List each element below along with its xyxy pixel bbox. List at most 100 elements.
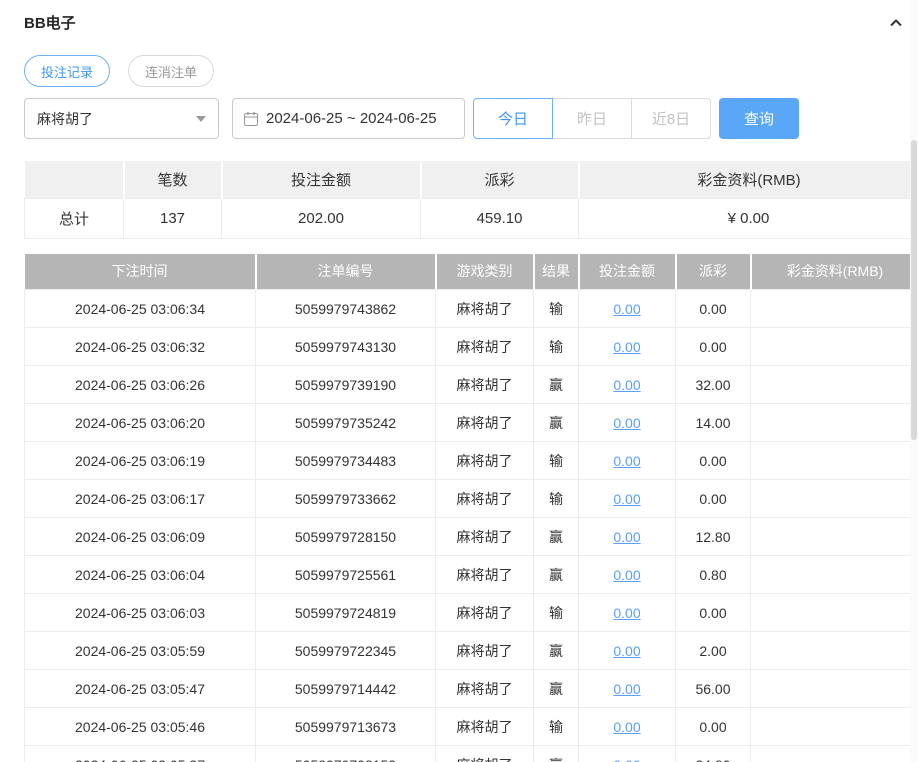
game-select[interactable]: 麻将胡了	[24, 98, 219, 139]
bet-amount-link[interactable]: 0.00	[613, 415, 640, 431]
bet-amount-link[interactable]: 0.00	[613, 681, 640, 697]
today-button[interactable]: 今日	[473, 98, 553, 139]
cell-game: 麻将胡了	[435, 365, 534, 404]
cell-time: 2024-06-25 03:06:17	[24, 479, 256, 518]
cell-bet: 0.00	[578, 745, 676, 762]
tab-bet-records[interactable]: 投注记录	[24, 55, 111, 87]
table-row: 2024-06-25 03:06:19 5059979734483 麻将胡了输 0.0…	[24, 441, 918, 480]
bet-amount-link[interactable]: 0.00	[613, 453, 640, 469]
bet-amount-link[interactable]: 0.00	[613, 529, 640, 545]
cell-time: 2024-06-25 03:06:20	[24, 403, 256, 442]
bet-amount-link[interactable]: 0.00	[613, 567, 640, 583]
cell-payout: 0.00	[675, 441, 751, 480]
bet-amount-link[interactable]: 0.00	[613, 301, 640, 317]
cell-jackpot	[750, 707, 918, 746]
cell-bet: 0.00	[578, 593, 676, 632]
records-header-cell: 彩金资料(RMB)	[750, 253, 918, 290]
summary-header-cell	[24, 161, 125, 198]
table-row: 2024-06-25 03:06:04 5059979725561 麻将胡了赢 0.0…	[24, 555, 918, 594]
table-row: 2024-06-25 03:06:03 5059979724819 麻将胡了输 0.0…	[24, 593, 918, 632]
table-row: 2024-06-25 03:05:46 5059979713673 麻将胡了输 0.0…	[24, 707, 918, 746]
chevron-up-icon[interactable]	[888, 15, 904, 31]
cell-jackpot	[750, 403, 918, 442]
cell-order-id: 5059979725561	[255, 555, 436, 594]
cell-order-id: 5059979735242	[255, 403, 436, 442]
table-row: 2024-06-25 03:06:20 5059979735242 麻将胡了赢 0.0…	[24, 403, 918, 442]
cell-game: 麻将胡了	[435, 517, 534, 556]
summary-header-cell: 投注金额	[221, 161, 422, 198]
tab-cancelled-orders[interactable]: 连消注单	[128, 55, 215, 87]
records-header-cell: 下注时间	[24, 253, 257, 290]
yesterday-button[interactable]: 昨日	[552, 98, 632, 139]
scrollbar[interactable]	[910, 0, 918, 762]
cell-time: 2024-06-25 03:06:32	[24, 327, 256, 366]
scrollbar-thumb[interactable]	[911, 140, 917, 440]
cell-result: 赢	[533, 669, 579, 708]
table-row: 2024-06-25 03:06:34 5059979743862 麻将胡了输 0.0…	[24, 289, 918, 328]
table-row: 2024-06-25 03:06:09 5059979728150 麻将胡了赢 0.0…	[24, 517, 918, 556]
table-row: 2024-06-25 03:06:26 5059979739190 麻将胡了赢 0.0…	[24, 365, 918, 404]
records-header-cell: 派彩	[675, 253, 752, 290]
cell-result: 赢	[533, 555, 579, 594]
cell-bet: 0.00	[578, 669, 676, 708]
bet-amount-link[interactable]: 0.00	[613, 377, 640, 393]
table-row: 2024-06-25 03:06:32 5059979743130 麻将胡了输 0.0…	[24, 327, 918, 366]
search-button[interactable]: 查询	[719, 98, 799, 139]
cell-payout: 0.00	[675, 289, 751, 328]
cell-time: 2024-06-25 03:06:09	[24, 517, 256, 556]
cell-order-id: 5059979743862	[255, 289, 436, 328]
cell-game: 麻将胡了	[435, 631, 534, 670]
cell-payout: 0.00	[675, 593, 751, 632]
bet-amount-link[interactable]: 0.00	[613, 757, 640, 762]
summary-cell: 137	[123, 197, 222, 239]
quick-date-buttons: 今日 昨日 近8日	[473, 98, 711, 139]
cell-order-id: 5059979734483	[255, 441, 436, 480]
cell-bet: 0.00	[578, 327, 676, 366]
cell-payout: 56.00	[675, 669, 751, 708]
cell-payout: 2.00	[675, 631, 751, 670]
bet-amount-link[interactable]: 0.00	[613, 643, 640, 659]
cell-time: 2024-06-25 03:06:26	[24, 365, 256, 404]
cell-game: 麻将胡了	[435, 669, 534, 708]
bet-records-panel: BB电子 投注记录 连消注单 麻将胡了 2024-06-25 ~ 2024-06…	[0, 0, 918, 762]
page-title: BB电子	[24, 15, 76, 32]
cell-game: 麻将胡了	[435, 593, 534, 632]
cell-jackpot	[750, 555, 918, 594]
cell-result: 输	[533, 289, 579, 328]
cell-result: 赢	[533, 517, 579, 556]
summary-cell: 459.10	[420, 197, 579, 239]
date-range-value: 2024-06-25 ~ 2024-06-25	[266, 110, 437, 127]
bet-amount-link[interactable]: 0.00	[613, 719, 640, 735]
records-header-row: 下注时间 注单编号 游戏类别 结果 投注金额 派彩 彩金资料(RMB)	[24, 253, 918, 290]
cell-payout: 32.00	[675, 365, 751, 404]
table-row: 2024-06-25 03:05:47 5059979714442 麻将胡了赢 0.0…	[24, 669, 918, 708]
cell-jackpot	[750, 517, 918, 556]
cell-payout: 34.80	[675, 745, 751, 762]
cell-result: 赢	[533, 365, 579, 404]
cell-time: 2024-06-25 03:05:46	[24, 707, 256, 746]
cell-bet: 0.00	[578, 403, 676, 442]
table-row: 2024-06-25 03:05:59 5059979722345 麻将胡了赢 0.0…	[24, 631, 918, 670]
chevron-down-icon	[196, 115, 206, 122]
cell-game: 麻将胡了	[435, 479, 534, 518]
cell-game: 麻将胡了	[435, 403, 534, 442]
cell-time: 2024-06-25 03:06:34	[24, 289, 256, 328]
cell-time: 2024-06-25 03:05:37	[24, 745, 256, 762]
cell-jackpot	[750, 365, 918, 404]
summary-table: 笔数 投注金额 派彩 彩金资料(RMB) 总计 137 202.00 459.10 ¥ 0.0…	[24, 161, 918, 239]
cell-result: 输	[533, 327, 579, 366]
bet-amount-link[interactable]: 0.00	[613, 339, 640, 355]
date-range-picker[interactable]: 2024-06-25 ~ 2024-06-25	[232, 98, 465, 139]
filter-bar: 麻将胡了 2024-06-25 ~ 2024-06-25 今日 昨日 近8日 查…	[24, 98, 918, 139]
cell-result: 赢	[533, 745, 579, 762]
cell-payout: 12.80	[675, 517, 751, 556]
bet-amount-link[interactable]: 0.00	[613, 491, 640, 507]
cell-game: 麻将胡了	[435, 555, 534, 594]
cell-order-id: 5059979708153	[255, 745, 436, 762]
summary-header-cell: 派彩	[420, 161, 580, 198]
last-8-days-button[interactable]: 近8日	[631, 98, 711, 139]
summary-cell: ¥ 0.00	[578, 197, 918, 239]
bet-amount-link[interactable]: 0.00	[613, 605, 640, 621]
cell-jackpot	[750, 745, 918, 762]
cell-time: 2024-06-25 03:05:59	[24, 631, 256, 670]
